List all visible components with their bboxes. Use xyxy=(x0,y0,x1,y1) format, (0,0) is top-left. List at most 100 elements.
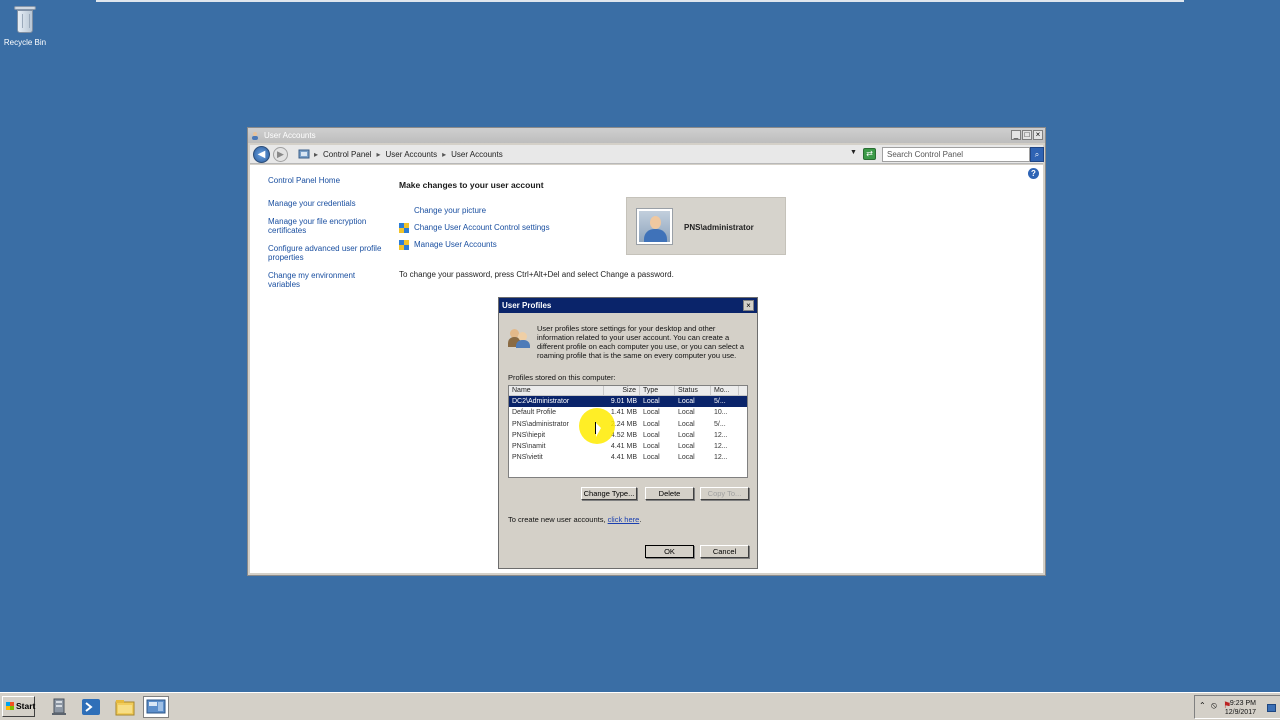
nav-environment-variables[interactable]: Change my environment variables xyxy=(268,271,388,289)
shield-icon xyxy=(399,222,409,233)
cell-type: Local xyxy=(643,454,660,462)
show-hidden-icons-icon[interactable]: ⌃ xyxy=(1199,701,1206,710)
cell-name: DC2\Administrator xyxy=(512,398,570,405)
change-type-button[interactable]: Change Type... xyxy=(581,487,637,500)
back-button[interactable]: ◀ xyxy=(253,146,270,163)
control-panel-taskbar-icon[interactable] xyxy=(143,696,169,718)
profiles-label: Profiles stored on this computer: xyxy=(508,373,616,382)
cell-status: Local xyxy=(678,409,695,417)
cell-modified: 5/... xyxy=(714,398,726,405)
profiles-listview[interactable]: Name Size Type Status Mo... DC2\Administ… xyxy=(508,385,748,478)
start-button[interactable]: Start xyxy=(2,696,35,717)
user-name: PNS\administrator xyxy=(684,223,754,232)
left-nav: Control Panel Home Manage your credentia… xyxy=(268,176,388,298)
address-bar: ◀ ▶ ▸ Control Panel ▸ User Accounts ▸ User … xyxy=(250,145,1044,164)
search-icon[interactable]: ⌕ xyxy=(1030,147,1044,162)
show-desktop-icon[interactable] xyxy=(1267,704,1276,712)
task-label: Change your picture xyxy=(414,205,487,215)
refresh-button[interactable]: ⇄ xyxy=(863,148,876,160)
cell-modified: 12... xyxy=(714,431,728,439)
cell-type: Local xyxy=(643,409,660,417)
file-explorer-icon[interactable] xyxy=(112,696,138,718)
cell-type: Local xyxy=(643,398,660,405)
cell-size: 4.41 MB xyxy=(610,443,637,451)
click-here-link[interactable]: click here xyxy=(608,515,640,524)
table-row[interactable]: PNS\administrator 2.24 MB Local Local 5/… xyxy=(509,419,747,430)
forward-button[interactable]: ▶ xyxy=(273,147,288,162)
cell-status: Local xyxy=(678,398,695,405)
password-note: To change your password, press Ctrl+Alt+… xyxy=(399,270,674,279)
cell-modified: 10... xyxy=(714,409,728,417)
cell-size: 4.41 MB xyxy=(610,454,637,462)
breadcrumb-item[interactable]: User Accounts xyxy=(451,145,503,164)
dialog-close-icon[interactable]: × xyxy=(743,300,754,311)
table-row[interactable]: Default Profile 1.41 MB Local Local 10..… xyxy=(509,407,747,418)
server-manager-icon[interactable] xyxy=(46,696,72,718)
ok-button[interactable]: OK xyxy=(645,545,694,558)
cell-name: PNS\vietit xyxy=(512,454,543,462)
window-title: User Accounts xyxy=(264,131,316,140)
recycle-bin-shortcut[interactable]: Recycle Bin xyxy=(2,4,48,47)
address-dropdown-icon[interactable]: ▼ xyxy=(850,149,857,156)
cell-status: Local xyxy=(678,420,695,428)
nav-file-encryption[interactable]: Manage your file encryption certificates xyxy=(268,217,388,235)
cell-type: Local xyxy=(643,431,660,439)
top-edge-strip xyxy=(96,0,1184,2)
cell-status: Local xyxy=(678,431,695,439)
cell-type: Local xyxy=(643,443,660,451)
delete-button[interactable]: Delete xyxy=(645,487,694,500)
cell-type: Local xyxy=(643,420,660,428)
listview-header: Name Size Type Status Mo... xyxy=(509,386,747,396)
dialog-description: User profiles store settings for your de… xyxy=(537,324,745,360)
breadcrumb-item[interactable]: User Accounts xyxy=(386,145,438,164)
table-row[interactable]: PNS\hiepit 4.52 MB Local Local 12... xyxy=(509,430,747,441)
create-accounts-note: To create new user accounts, click here. xyxy=(508,515,641,524)
clock-time: 9:23 PM xyxy=(1229,700,1256,707)
table-row[interactable]: PNS\vietit 4.41 MB Local Local 12... xyxy=(509,452,747,463)
task-label: Change User Account Control settings xyxy=(414,222,550,232)
table-row[interactable]: PNS\namit 4.41 MB Local Local 12... xyxy=(509,441,747,452)
cancel-button[interactable]: Cancel xyxy=(700,545,749,558)
recycle-bin-icon xyxy=(14,4,36,34)
cell-modified: 12... xyxy=(714,443,728,451)
powershell-icon[interactable] xyxy=(78,696,104,718)
mouse-cursor-icon xyxy=(595,422,601,437)
maximize-button[interactable]: □ xyxy=(1022,130,1032,140)
task-list: Change your picture Change User Account … xyxy=(399,202,550,253)
window-titlebar[interactable]: User Accounts _ □ × xyxy=(248,128,1045,143)
clock[interactable]: 9:23 PM 12/9/2017 xyxy=(1225,699,1256,717)
page-heading: Make changes to your user account xyxy=(399,180,544,190)
task-uac-settings[interactable]: Change User Account Control settings xyxy=(399,219,550,236)
create-note-suffix: . xyxy=(639,515,642,524)
task-label: Manage User Accounts xyxy=(414,239,497,249)
user-accounts-icon xyxy=(252,132,258,140)
search-input[interactable]: Search Control Panel xyxy=(882,147,1030,162)
column-header-type[interactable]: Type xyxy=(640,386,675,395)
column-header-modified[interactable]: Mo... xyxy=(711,386,739,395)
minimize-button[interactable]: _ xyxy=(1011,130,1021,140)
shield-icon xyxy=(399,239,409,250)
recycle-bin-label: Recycle Bin xyxy=(3,38,47,47)
user-profiles-dialog: User Profiles × User profiles store sett… xyxy=(498,297,758,569)
copy-to-button[interactable]: Copy To... xyxy=(700,487,749,500)
column-header-name[interactable]: Name xyxy=(509,386,604,395)
column-header-size[interactable]: Size xyxy=(604,386,640,395)
close-button[interactable]: × xyxy=(1033,130,1043,140)
table-row[interactable]: DC2\Administrator 9.01 MB Local Local 5/… xyxy=(509,396,747,408)
breadcrumb: ▸ Control Panel ▸ User Accounts ▸ User Acco… xyxy=(314,145,503,164)
dialog-titlebar[interactable]: User Profiles xyxy=(499,298,757,313)
nav-advanced-profile[interactable]: Configure advanced user profile properti… xyxy=(268,244,388,262)
users-icon xyxy=(508,328,530,348)
create-note-text: To create new user accounts, xyxy=(508,515,608,524)
network-icon[interactable]: ⦸ xyxy=(1211,700,1217,711)
cell-modified: 5/... xyxy=(714,420,726,428)
nav-manage-credentials[interactable]: Manage your credentials xyxy=(268,199,388,208)
nav-control-panel-home[interactable]: Control Panel Home xyxy=(268,176,388,185)
cell-status: Local xyxy=(678,454,695,462)
breadcrumb-item[interactable]: Control Panel xyxy=(323,145,371,164)
column-header-status[interactable]: Status xyxy=(675,386,711,395)
task-manage-accounts[interactable]: Manage User Accounts xyxy=(399,236,550,253)
task-change-picture[interactable]: Change your picture xyxy=(399,202,550,219)
help-icon[interactable]: ? xyxy=(1028,168,1039,179)
taskbar: Start ⌃ ⦸ ⚑ 9:23 PM 12/9/2017 xyxy=(0,692,1280,720)
